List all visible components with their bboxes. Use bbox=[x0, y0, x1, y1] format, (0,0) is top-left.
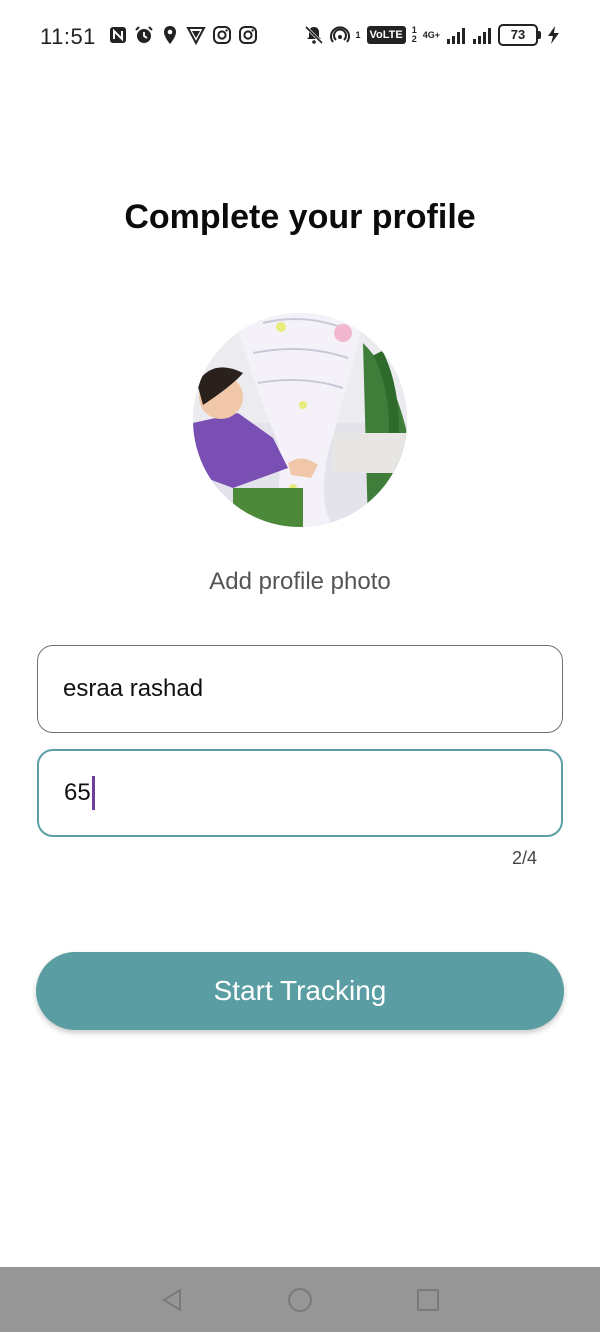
navigation-bar bbox=[0, 1267, 600, 1332]
start-tracking-button[interactable]: Start Tracking bbox=[36, 952, 564, 1030]
instagram-icon bbox=[238, 25, 258, 45]
name-field[interactable]: esraa rashad bbox=[37, 645, 563, 733]
text-cursor bbox=[91, 776, 95, 810]
mute-icon bbox=[304, 25, 324, 45]
hotspot-badge: 1 bbox=[355, 29, 361, 40]
home-icon[interactable] bbox=[286, 1286, 314, 1314]
instagram-icon bbox=[212, 25, 232, 45]
recents-icon[interactable] bbox=[414, 1286, 442, 1314]
status-time: 11:51 bbox=[40, 24, 96, 49]
volte-icon: VoLTE bbox=[366, 26, 406, 44]
step-counter: 2/4 bbox=[511, 848, 537, 868]
name-field-value: esraa rashad bbox=[63, 675, 204, 702]
status-system-icons: 1 VoLTE 1 2 4G+ 73 bbox=[304, 24, 565, 46]
back-icon[interactable] bbox=[158, 1286, 186, 1314]
vpn-icon bbox=[186, 25, 206, 45]
sim-slots: 1 2 bbox=[412, 26, 417, 44]
signal-icon bbox=[446, 25, 466, 45]
profile-photo[interactable] bbox=[193, 313, 407, 527]
profile-photo-image bbox=[193, 313, 407, 527]
status-notification-icons bbox=[108, 25, 258, 45]
nfc-icon bbox=[108, 25, 128, 45]
age-field-value: 65 bbox=[64, 779, 91, 806]
add-profile-photo-label[interactable]: Add profile photo bbox=[0, 568, 600, 596]
signal-icon bbox=[472, 25, 492, 45]
page-title: Complete your profile bbox=[124, 198, 476, 236]
charging-icon bbox=[544, 25, 564, 45]
hotspot-icon bbox=[329, 25, 350, 45]
alarm-icon bbox=[134, 25, 154, 45]
location-icon bbox=[160, 25, 180, 45]
battery-icon: 73 bbox=[498, 24, 541, 46]
age-field[interactable]: 65 bbox=[37, 749, 563, 837]
status-bar: 11:51 1 VoLTE 1 2 4G+ 73 bbox=[0, 0, 600, 72]
sim-slot-2: 2 bbox=[411, 34, 417, 44]
network-type: 4G+ bbox=[422, 29, 440, 40]
